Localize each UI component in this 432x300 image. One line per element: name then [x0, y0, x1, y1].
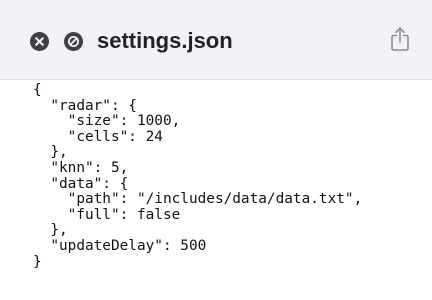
file-preview-window: settings.json { "radar": { "size": 1000,…	[0, 0, 432, 300]
code-line: },	[33, 144, 68, 161]
code-line: "full": false	[33, 206, 181, 223]
code-line: },	[33, 222, 68, 239]
code-line: "radar": {	[33, 97, 137, 114]
code-line: {	[33, 82, 42, 98]
close-icon	[35, 37, 44, 46]
code-line: "updateDelay": 500	[33, 237, 207, 254]
code-line: "cells": 24	[33, 128, 163, 145]
title-bar: settings.json	[0, 0, 432, 80]
code-line: }	[33, 253, 42, 270]
block-button[interactable]	[64, 32, 83, 51]
window-title: settings.json	[97, 28, 233, 53]
code-line: "size": 1000,	[33, 113, 181, 130]
share-button[interactable]	[389, 26, 411, 52]
file-content[interactable]: { "radar": { "size": 1000, "cells": 24 }…	[0, 80, 432, 300]
close-button[interactable]	[30, 32, 49, 51]
block-icon	[68, 36, 79, 47]
share-icon	[391, 27, 409, 51]
json-code: { "radar": { "size": 1000, "cells": 24 }…	[33, 82, 363, 270]
code-line: "knn": 5,	[33, 159, 129, 176]
code-line: "path": "/includes/data/data.txt",	[33, 191, 363, 208]
code-line: "data": {	[33, 175, 129, 192]
